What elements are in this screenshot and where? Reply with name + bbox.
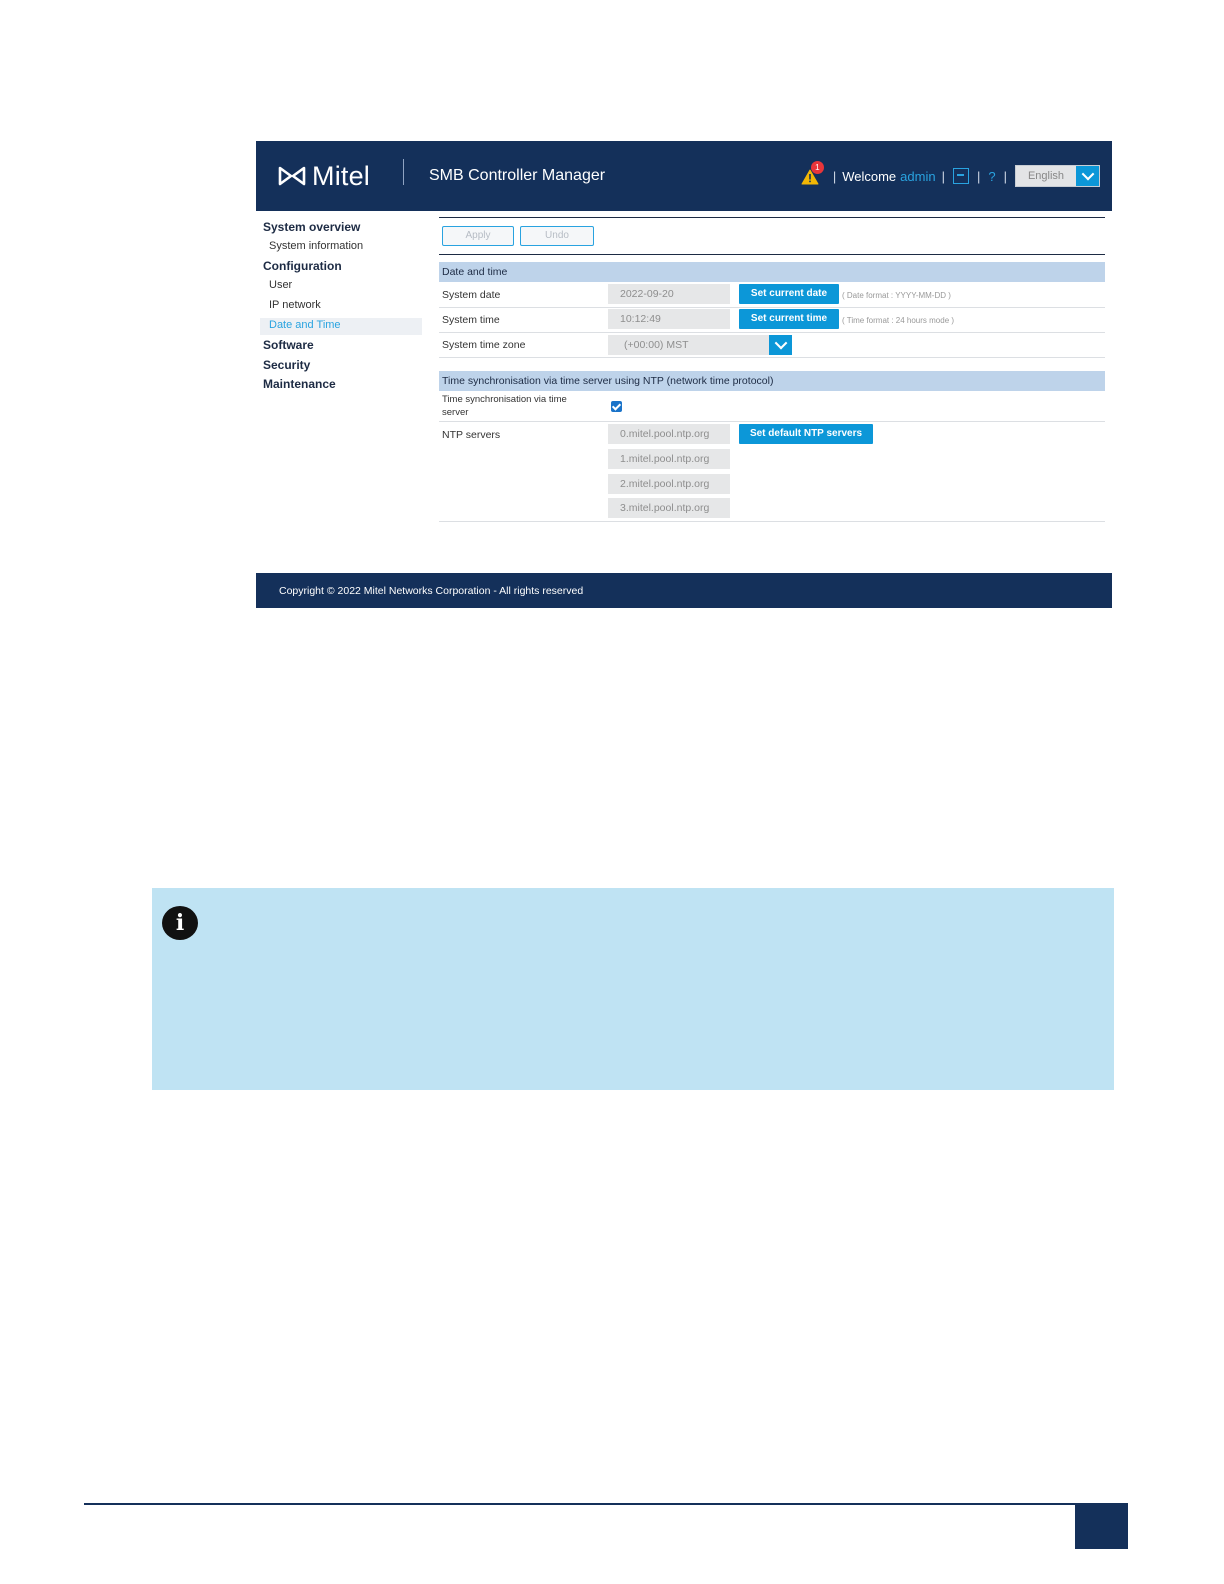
- sidebar-item-software[interactable]: Software: [263, 338, 314, 352]
- alert-count-badge: 1: [810, 161, 824, 174]
- ntp-server-field-0[interactable]: 0.mitel.pool.ntp.org: [608, 424, 730, 444]
- toolbar-top-rule: [439, 217, 1105, 218]
- ntp-section-header: Time synchronisation via time server usi…: [439, 371, 1105, 391]
- app-footer: Copyright © 2022 Mitel Networks Corporat…: [256, 573, 1112, 608]
- row-divider: [439, 307, 1105, 308]
- logo-text: Mitel: [312, 160, 371, 191]
- time-sync-label-line2: server: [442, 407, 469, 418]
- sidebar-item-configuration[interactable]: Configuration: [263, 259, 342, 273]
- toolbar-bottom-rule: [439, 254, 1105, 255]
- set-default-ntp-button[interactable]: Set default NTP servers: [739, 424, 873, 444]
- page-number-tab: [1075, 1505, 1128, 1549]
- help-icon[interactable]: ?: [988, 169, 995, 184]
- logout-icon[interactable]: [952, 168, 969, 184]
- time-sync-label-line1: Time synchronisation via time: [442, 394, 567, 405]
- system-date-label: System date: [442, 289, 501, 301]
- welcome-label: Welcome: [842, 168, 897, 184]
- alerts-button[interactable]: 1: [801, 161, 824, 186]
- header-actions: 1 | Welcome admin | | ? | English: [801, 161, 1100, 188]
- time-format-hint: ( Time format : 24 hours mode ): [842, 316, 955, 325]
- mitel-logo: Mitel: [278, 159, 370, 193]
- header-separator: |: [941, 168, 945, 184]
- row-divider: [439, 521, 1105, 522]
- sidebar-item-user[interactable]: User: [269, 279, 292, 291]
- chevron-down-icon: [774, 336, 787, 350]
- sidebar-item-ip-network[interactable]: IP network: [269, 299, 321, 311]
- header-separator: |: [832, 168, 837, 184]
- header-divider: [403, 159, 404, 185]
- language-dropdown-button[interactable]: [1076, 166, 1099, 186]
- page-footer-rule: [84, 1503, 1128, 1505]
- system-time-label: System time: [442, 314, 500, 326]
- set-current-date-button[interactable]: Set current date: [739, 284, 839, 304]
- sidebar-item-system-overview[interactable]: System overview: [263, 220, 360, 234]
- row-divider: [439, 421, 1105, 422]
- undo-button[interactable]: Undo: [520, 226, 594, 246]
- time-zone-label: System time zone: [442, 339, 526, 351]
- sidebar-item-date-and-time[interactable]: Date and Time: [269, 319, 341, 331]
- system-time-field[interactable]: 10:12:49: [608, 309, 730, 329]
- info-icon: i: [162, 906, 198, 940]
- date-format-hint: ( Date format : YYYY-MM-DD ): [842, 291, 951, 300]
- note-box: i: [152, 888, 1114, 1090]
- row-divider: [439, 332, 1105, 333]
- app-header: Mitel SMB Controller Manager 1 | Welcome…: [256, 141, 1112, 211]
- header-separator: |: [976, 168, 981, 184]
- sidebar-item-maintenance[interactable]: Maintenance: [263, 377, 336, 391]
- time-zone-dropdown-button[interactable]: [769, 335, 792, 355]
- time-zone-select[interactable]: (+00:00) MST: [608, 335, 792, 355]
- header-separator: |: [1003, 168, 1007, 184]
- time-sync-label: Time synchronisation via time server: [442, 393, 567, 419]
- language-value: English: [1016, 166, 1076, 186]
- ntp-server-field-2[interactable]: 2.mitel.pool.ntp.org: [608, 474, 730, 494]
- sidebar-item-system-information[interactable]: System information: [269, 240, 363, 252]
- ntp-servers-label: NTP servers: [442, 429, 501, 441]
- smb-controller-screenshot: Mitel SMB Controller Manager 1 | Welcome…: [256, 141, 1112, 608]
- sidebar-item-security[interactable]: Security: [263, 358, 310, 372]
- chevron-down-icon: [1081, 167, 1094, 181]
- ntp-server-field-1[interactable]: 1.mitel.pool.ntp.org: [608, 449, 730, 469]
- ntp-server-field-3[interactable]: 3.mitel.pool.ntp.org: [608, 498, 730, 518]
- apply-button[interactable]: Apply: [442, 226, 514, 246]
- app-title: SMB Controller Manager: [429, 167, 606, 184]
- system-date-field[interactable]: 2022-09-20: [608, 284, 730, 304]
- user-link[interactable]: admin: [900, 169, 935, 184]
- language-select[interactable]: English: [1015, 165, 1100, 187]
- set-current-time-button[interactable]: Set current time: [739, 309, 839, 329]
- row-divider: [439, 357, 1105, 358]
- time-zone-value: (+00:00) MST: [608, 335, 769, 355]
- date-time-section-header: Date and time: [439, 262, 1105, 282]
- time-sync-checkbox[interactable]: [611, 401, 622, 412]
- mitel-logo-icon: [278, 166, 306, 186]
